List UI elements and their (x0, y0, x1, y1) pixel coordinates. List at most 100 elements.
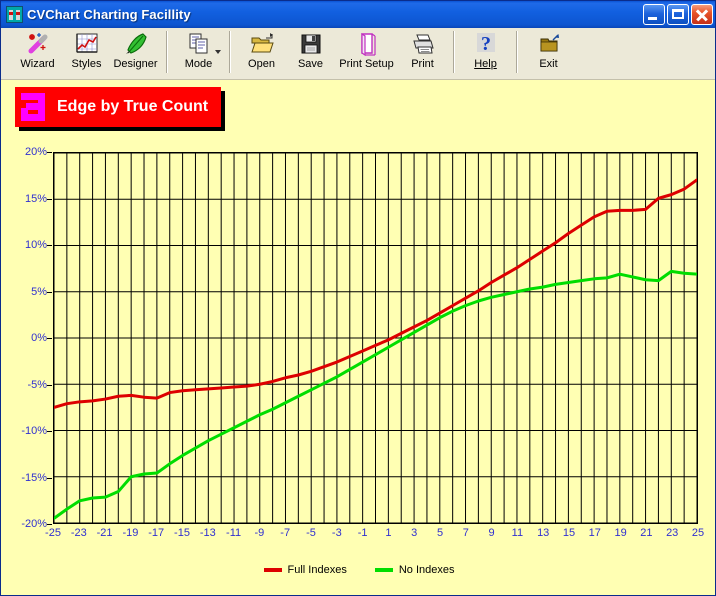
floppy-disk-icon (298, 31, 324, 57)
banner: Edge by True Count (15, 87, 221, 127)
y-axis-tick-label: -10% (21, 425, 47, 437)
data-series (54, 153, 697, 523)
svg-text:?: ? (481, 33, 491, 55)
print-button[interactable]: Print (398, 28, 447, 78)
x-axis-labels: -25-23-21-19-17-15-13-11-9-7-5-3-1135791… (53, 527, 698, 543)
question-mark-icon: ? (473, 31, 499, 57)
y-axis-tick-mark (47, 245, 52, 246)
magic-wand-icon (25, 31, 51, 57)
legend-item[interactable]: Full Indexes (264, 564, 347, 576)
designer-button[interactable]: Designer (111, 28, 160, 78)
print-label: Print (411, 58, 434, 70)
y-axis-tick-mark (47, 292, 52, 293)
x-axis-tick-label: -21 (97, 527, 113, 539)
chart-app-icon (6, 6, 23, 23)
printer-icon (410, 31, 436, 57)
x-axis-tick-label: -15 (174, 527, 190, 539)
x-axis-tick-label: -11 (226, 527, 241, 539)
window-title: CVChart Charting Facillity (27, 7, 643, 22)
pen-nib-icon (123, 31, 149, 57)
x-axis-tick-label: 11 (512, 527, 523, 539)
x-axis-tick-label: -9 (255, 527, 265, 539)
y-axis-tick-mark (47, 338, 52, 339)
series-line (54, 271, 697, 518)
x-axis-tick-label: -1 (358, 527, 368, 539)
y-axis-tick-mark (47, 431, 52, 432)
x-axis-tick-label: 15 (563, 527, 575, 539)
save-button[interactable]: Save (286, 28, 335, 78)
x-axis-tick-label: 5 (437, 527, 443, 539)
chevron-down-icon[interactable] (215, 50, 221, 54)
cvchart-window: CVChart Charting Facillity (0, 0, 716, 596)
x-axis-tick-label: 7 (463, 527, 469, 539)
x-axis-tick-label: 21 (640, 527, 652, 539)
y-axis-tick-mark (47, 385, 52, 386)
x-axis-tick-label: 13 (537, 527, 549, 539)
x-axis-tick-label: -25 (45, 527, 61, 539)
line-chart-icon (74, 31, 100, 57)
maximize-button[interactable] (667, 4, 689, 25)
wizard-button[interactable]: Wizard (13, 28, 62, 78)
y-axis-tick-label: 15% (25, 193, 47, 205)
toolbar-divider (229, 31, 231, 73)
y-axis-tick-label: 5% (31, 286, 47, 298)
y-axis-tick-label: 20% (25, 146, 47, 158)
x-axis-tick-label: -23 (71, 527, 87, 539)
x-axis-tick-label: -19 (122, 527, 138, 539)
x-axis-tick-label: -5 (306, 527, 316, 539)
y-axis-tick-mark (47, 152, 52, 153)
toolbar-divider (516, 31, 518, 73)
print-setup-label: Print Setup (339, 58, 393, 70)
plot-area[interactable] (53, 152, 698, 524)
x-axis-tick-label: -7 (280, 527, 290, 539)
x-axis-tick-label: 3 (411, 527, 417, 539)
title-bar: CVChart Charting Facillity (1, 1, 716, 28)
legend-label: No Indexes (399, 564, 455, 576)
page-setup-icon (354, 31, 380, 57)
print-setup-button[interactable]: Print Setup (335, 28, 398, 78)
y-axis-tick-label: -20% (21, 518, 47, 530)
exit-label: Exit (539, 58, 557, 70)
minimize-button[interactable] (643, 4, 665, 25)
chart-legend: Full Indexes No Indexes (1, 564, 716, 576)
chart-panel: Edge by True Count 20%15%10%5%0%-5%-10%-… (1, 80, 716, 596)
x-axis-tick-label: 23 (666, 527, 678, 539)
y-axis-labels: 20%15%10%5%0%-5%-10%-15%-20% (1, 152, 47, 524)
x-axis-tick-label: 1 (385, 527, 391, 539)
y-axis-tick-label: -15% (21, 472, 47, 484)
styles-button[interactable]: Styles (62, 28, 111, 78)
x-axis-tick-label: 19 (614, 527, 626, 539)
mode-label: Mode (185, 58, 213, 70)
legend-label: Full Indexes (288, 564, 347, 576)
x-axis-tick-label: 25 (692, 527, 704, 539)
toolbar-divider (166, 31, 168, 73)
x-axis-tick-label: -13 (200, 527, 216, 539)
cv-logo-icon (19, 92, 49, 122)
toolbar-divider (453, 31, 455, 73)
x-axis-tick-label: 9 (489, 527, 495, 539)
y-axis-tick-label: 0% (31, 332, 47, 344)
x-axis-tick-label: -3 (332, 527, 342, 539)
help-button[interactable]: ? Help (461, 28, 510, 78)
series-line (54, 180, 697, 408)
y-axis-tick-mark (47, 478, 52, 479)
toolbar: Wizard Styles (1, 28, 716, 80)
wizard-label: Wizard (20, 58, 54, 70)
window-controls (643, 4, 715, 25)
help-label: Help (474, 58, 497, 70)
styles-label: Styles (72, 58, 102, 70)
legend-swatch (264, 568, 282, 572)
close-button[interactable] (691, 4, 713, 25)
y-axis-tick-mark (47, 199, 52, 200)
x-axis-tick-label: -17 (148, 527, 164, 539)
legend-item[interactable]: No Indexes (375, 564, 455, 576)
chart-title-banner: Edge by True Count (15, 87, 221, 127)
copy-pages-icon (186, 31, 212, 57)
exit-button[interactable]: Exit (524, 28, 573, 78)
y-axis-tick-label: -5% (27, 379, 47, 391)
open-folder-icon (249, 31, 275, 57)
mode-button[interactable]: Mode (174, 28, 223, 78)
open-label: Open (248, 58, 275, 70)
banner-title: Edge by True Count (57, 98, 208, 116)
open-button[interactable]: Open (237, 28, 286, 78)
